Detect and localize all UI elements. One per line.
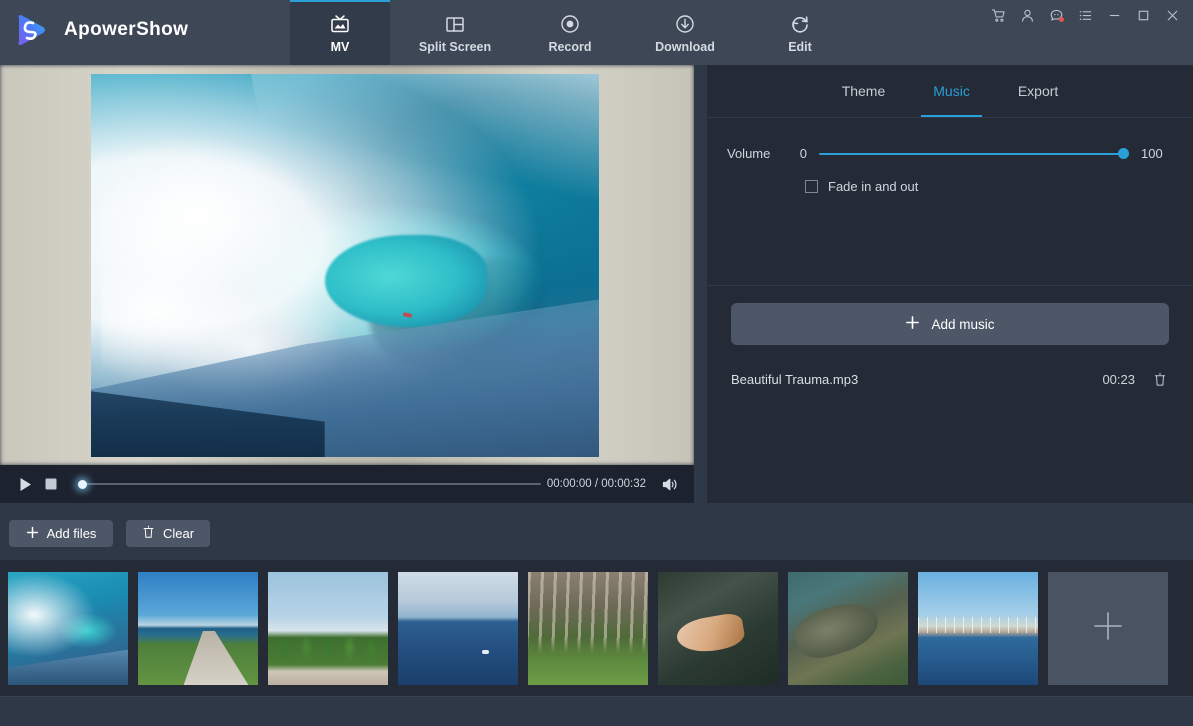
download-arrow-icon	[674, 12, 696, 36]
user-icon[interactable]	[1013, 0, 1042, 30]
tab-music[interactable]: Music	[911, 65, 992, 117]
add-music-button[interactable]: Add music	[731, 303, 1169, 345]
volume-slider-handle[interactable]	[1118, 148, 1129, 159]
media-thumbnail-8[interactable]	[918, 572, 1038, 685]
record-circle-icon	[559, 12, 581, 36]
add-media-tile[interactable]	[1048, 572, 1168, 685]
fade-label: Fade in and out	[828, 179, 918, 194]
volume-min-label: 0	[785, 146, 807, 161]
thumbnail-image	[528, 572, 648, 685]
volume-slider[interactable]	[819, 147, 1129, 161]
tab-export-label: Export	[1018, 83, 1058, 99]
media-thumbnail-list	[8, 572, 1168, 685]
playback-progress-slider[interactable]	[78, 477, 541, 491]
nav-tab-download-label: Download	[655, 40, 715, 54]
close-icon[interactable]	[1158, 0, 1187, 30]
media-thumbnail-3[interactable]	[268, 572, 388, 685]
list-menu-icon[interactable]	[1071, 0, 1100, 30]
volume-max-label: 100	[1141, 146, 1171, 161]
plus-icon	[905, 315, 920, 333]
refresh-edit-icon	[789, 12, 811, 36]
playback-progress-track	[78, 483, 541, 485]
thumbnail-image	[138, 572, 258, 685]
media-strip	[0, 559, 1193, 696]
right-side-panel: Theme Music Export Volume 0 100 Fade in …	[707, 65, 1193, 503]
tab-export[interactable]: Export	[996, 65, 1080, 117]
thumbnail-image	[398, 572, 518, 685]
plus-icon	[1091, 609, 1125, 648]
stop-icon[interactable]	[38, 471, 64, 497]
status-bar	[0, 696, 1193, 726]
media-thumbnail-6[interactable]	[658, 572, 778, 685]
nav-tab-split-screen-label: Split Screen	[419, 40, 491, 54]
tab-theme-label: Theme	[842, 83, 886, 99]
split-layout-icon	[444, 12, 466, 36]
nav-tab-mv[interactable]: MV	[290, 0, 390, 65]
play-icon[interactable]	[12, 471, 38, 497]
title-bar: ApowerShow MV	[0, 0, 1193, 65]
volume-slider-track	[819, 153, 1129, 155]
brand: ApowerShow	[12, 10, 188, 50]
thumbnail-image	[788, 572, 908, 685]
media-thumbnail-5[interactable]	[528, 572, 648, 685]
media-thumbnail-1[interactable]	[8, 572, 128, 685]
maximize-icon[interactable]	[1129, 0, 1158, 30]
trash-icon[interactable]	[1151, 370, 1169, 388]
nav-tab-mv-label: MV	[331, 40, 350, 54]
panel-section-divider	[707, 285, 1193, 286]
fade-in-out-option[interactable]: Fade in and out	[707, 161, 1193, 194]
add-music-label: Add music	[931, 317, 994, 332]
nav-tab-edit[interactable]: Edit	[750, 0, 850, 65]
music-track-duration: 00:23	[1102, 372, 1135, 387]
preview-image-wave	[91, 74, 599, 457]
panel-tabs: Theme Music Export	[707, 65, 1193, 117]
video-preview	[0, 65, 694, 465]
thumbnail-image	[8, 572, 128, 685]
nav-tab-edit-label: Edit	[788, 40, 812, 54]
thumbnail-image	[918, 572, 1038, 685]
tab-theme[interactable]: Theme	[820, 65, 908, 117]
plus-icon	[26, 526, 39, 542]
playback-time-display: 00:00:00 / 00:00:32	[547, 478, 646, 490]
music-track-item[interactable]: Beautiful Trauma.mp3 00:23	[731, 365, 1169, 393]
nav-tab-split-screen[interactable]: Split Screen	[390, 0, 520, 65]
main-nav-tabs: MV Split Screen	[290, 0, 850, 65]
app-title: ApowerShow	[64, 19, 188, 41]
tv-icon	[329, 12, 351, 36]
tab-music-label: Music	[933, 83, 970, 99]
speaker-icon[interactable]	[658, 472, 682, 496]
feedback-icon[interactable]	[1042, 0, 1071, 30]
thumbnail-image	[658, 572, 778, 685]
trash-icon	[142, 525, 155, 542]
apowershow-window: ApowerShow MV	[0, 0, 1193, 726]
nav-tab-record[interactable]: Record	[520, 0, 620, 65]
media-thumbnail-2[interactable]	[138, 572, 258, 685]
window-controls	[984, 0, 1187, 30]
nav-tab-download[interactable]: Download	[620, 0, 750, 65]
minimize-icon[interactable]	[1100, 0, 1129, 30]
add-files-button[interactable]: Add files	[9, 520, 113, 547]
clear-button[interactable]: Clear	[126, 520, 210, 547]
volume-control-row: Volume 0 100	[707, 118, 1193, 161]
playback-progress-handle[interactable]	[78, 480, 87, 489]
player-controls: 00:00:00 / 00:00:32	[0, 465, 694, 503]
media-thumbnail-7[interactable]	[788, 572, 908, 685]
nav-tab-record-label: Record	[548, 40, 591, 54]
fade-checkbox[interactable]	[805, 180, 818, 193]
file-toolbar: Add files Clear	[0, 503, 1193, 559]
media-thumbnail-4[interactable]	[398, 572, 518, 685]
add-files-label: Add files	[47, 526, 97, 541]
clear-label: Clear	[163, 526, 194, 541]
music-track-name: Beautiful Trauma.mp3	[731, 372, 1102, 387]
app-logo-icon	[12, 10, 52, 50]
volume-label: Volume	[727, 146, 785, 161]
cart-icon[interactable]	[984, 0, 1013, 30]
thumbnail-image	[268, 572, 388, 685]
preview-media	[91, 74, 599, 457]
